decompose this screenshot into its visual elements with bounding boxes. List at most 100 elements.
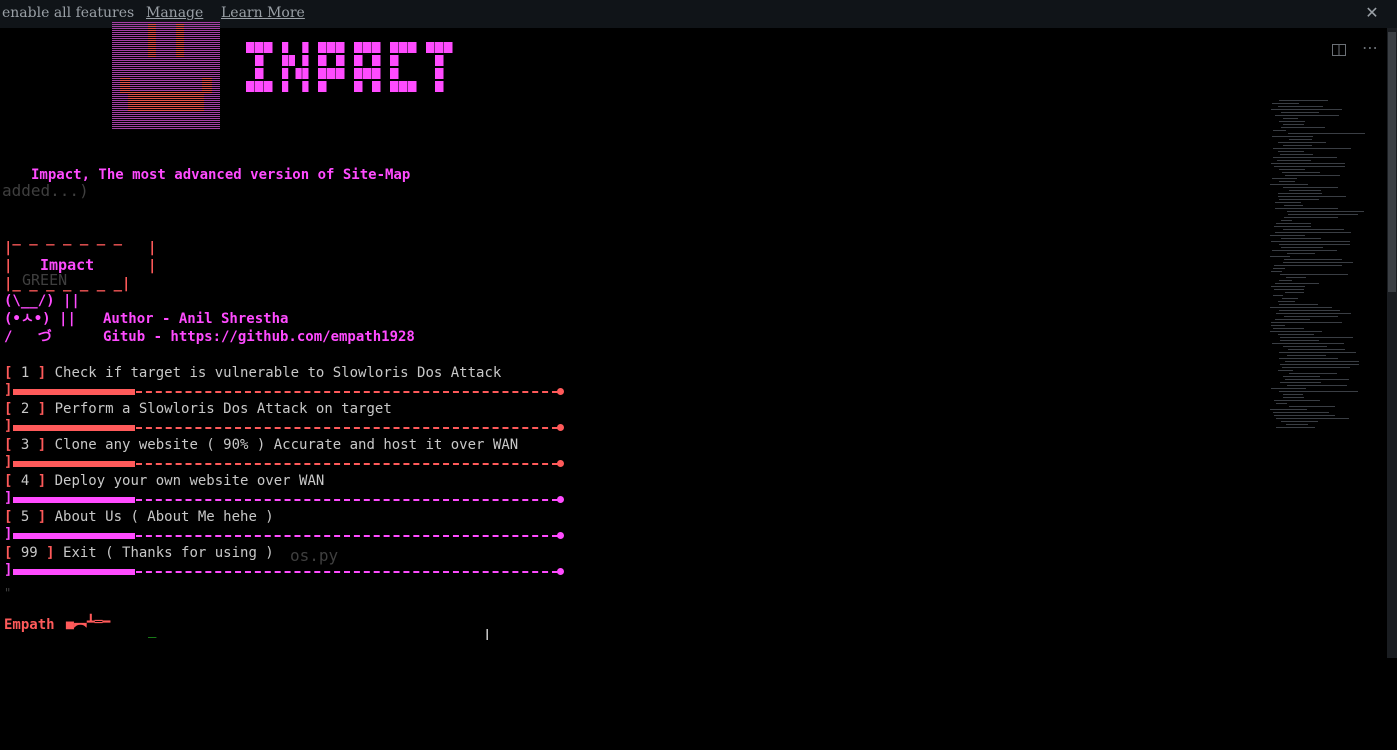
separator-dash: [136, 499, 558, 501]
split-editor-icon[interactable]: [1331, 42, 1347, 62]
title-pixel: [282, 68, 289, 79]
learn-more-link[interactable]: Learn More: [221, 5, 305, 21]
minimap-line: [1283, 124, 1304, 125]
minimap-line: [1282, 367, 1350, 368]
title-pixel: [390, 55, 399, 66]
minimap-line: [1289, 190, 1321, 191]
menu-item-text: Deploy your own website over WAN: [54, 473, 325, 489]
minimap[interactable]: [1262, 100, 1380, 430]
menu-bracket-close: ]: [29, 509, 55, 525]
separator-bracket: ]: [4, 526, 13, 542]
minimap-line: [1289, 406, 1335, 407]
scrollbar-thumb[interactable]: [1388, 32, 1396, 292]
separator-block: [13, 425, 135, 431]
separator-dot: [557, 532, 564, 539]
title-pixel: [408, 81, 417, 92]
minimap-line: [1288, 133, 1365, 134]
minimap-line: [1275, 283, 1319, 284]
minimap-line: [1279, 280, 1292, 281]
separator-bracket: ]: [4, 562, 13, 578]
separator-dash: [136, 535, 558, 537]
minimap-line: [1279, 304, 1318, 305]
minimap-line: [1272, 250, 1337, 251]
minimap-line: [1274, 400, 1320, 401]
menu-separator: ]: [4, 562, 564, 580]
notification-message: enable all features: [2, 5, 135, 21]
minimap-line: [1286, 277, 1306, 278]
title-pixel: [255, 55, 264, 66]
minimap-line: [1278, 196, 1346, 197]
separator-bracket: ]: [4, 418, 13, 434]
menu-bracket-open: [: [4, 473, 21, 489]
minimap-line: [1285, 175, 1340, 176]
terminal-cursor[interactable]: _: [148, 622, 156, 638]
more-actions-icon[interactable]: ⋯: [1362, 38, 1378, 57]
minimap-line: [1283, 394, 1303, 395]
minimap-line: [1282, 298, 1298, 299]
minimap-line: [1275, 208, 1338, 209]
title-pixel: [302, 81, 309, 92]
menu-bracket-open: [: [4, 545, 21, 561]
impact-title-art: [246, 42, 453, 92]
minimap-line: [1278, 106, 1323, 107]
minimap-line: [1270, 256, 1290, 257]
bunny-line-1: (\__/) ||: [4, 293, 80, 309]
separator-dot: [557, 496, 564, 503]
title-pixel: [318, 55, 327, 66]
title-pixel: [264, 81, 273, 92]
minimap-line: [1284, 259, 1342, 260]
prompt-gun: ▄︻┻═━: [66, 615, 111, 630]
ghost-text-mark: ": [4, 586, 12, 600]
github-line: Gitub - https://github.com/empath1928: [103, 329, 415, 345]
minimap-line: [1280, 364, 1359, 365]
title-pixel: [444, 42, 453, 53]
close-icon[interactable]: ✕: [1364, 4, 1380, 22]
minimap-line: [1279, 181, 1295, 182]
minimap-line: [1270, 184, 1308, 185]
minimap-line: [1273, 295, 1283, 296]
minimap-line: [1287, 253, 1315, 254]
separator-dash: [136, 463, 558, 465]
minimap-line: [1279, 169, 1305, 170]
minimap-line: [1276, 223, 1311, 224]
title-pixel: [255, 68, 264, 79]
minimap-line: [1284, 316, 1338, 317]
minimap-line: [1281, 247, 1323, 248]
minimap-line: [1274, 415, 1335, 416]
title-pixel: [282, 81, 289, 92]
title-pixel: [336, 42, 345, 53]
minimap-line: [1283, 187, 1338, 188]
title-pixel: [372, 55, 381, 66]
title-pixel: [435, 68, 444, 79]
minimap-line: [1279, 352, 1356, 353]
minimap-line: [1282, 172, 1320, 173]
title-pixel: [336, 68, 345, 79]
minimap-line: [1279, 121, 1305, 122]
minimap-line: [1279, 100, 1328, 101]
menu-separator: ]: [4, 418, 564, 436]
menu-item-text: Perform a Slowloris Dos Attack on target: [54, 401, 392, 417]
title-pixel: [435, 55, 444, 66]
minimap-line: [1278, 301, 1295, 302]
minimap-line: [1273, 157, 1337, 158]
minimap-line: [1272, 178, 1297, 179]
title-pixel: [390, 81, 399, 92]
minimap-line: [1276, 427, 1315, 428]
minimap-line: [1274, 226, 1311, 227]
minimap-line: [1278, 334, 1314, 335]
menu-separator: ]: [4, 454, 564, 472]
manage-link[interactable]: Manage: [146, 5, 203, 21]
smiley-logo-icon: [112, 22, 220, 130]
minimap-line: [1278, 193, 1322, 194]
menu-item-text: Clone any website ( 90% ) Accurate and h…: [54, 437, 519, 453]
minimap-line: [1279, 199, 1319, 200]
minimap-line: [1278, 370, 1293, 371]
minimap-line: [1270, 409, 1307, 410]
author-line: Author - Anil Shrestha: [103, 311, 289, 327]
minimap-line: [1286, 424, 1308, 425]
menu-bracket-close: ]: [37, 545, 64, 561]
menu-item-99: [ 99 ] Exit ( Thanks for using ): [4, 544, 274, 562]
prompt-user: Empath: [4, 617, 55, 633]
title-pixel: [318, 68, 327, 79]
minimap-line: [1280, 382, 1321, 383]
